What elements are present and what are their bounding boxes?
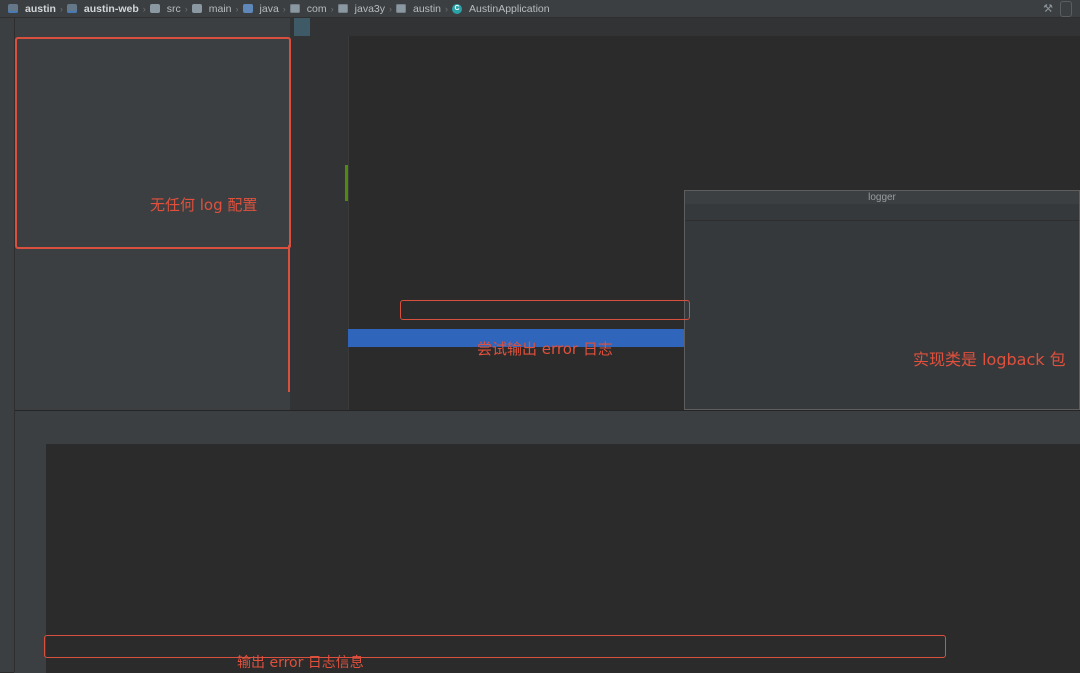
build-hammer-icon[interactable]: ⚒ (1043, 0, 1053, 18)
annotation-no-log-config: 无任何 log 配置 (150, 196, 258, 214)
intellij-window: { "colors":{"annotation_red":"#d9503f","… (0, 0, 1080, 673)
run-config-selector[interactable] (1060, 0, 1072, 17)
breadcrumb-item-java3y[interactable]: java3y (337, 2, 385, 15)
annotation-try-error-log: 尝试输出 error 日志 (477, 340, 613, 358)
project-tree[interactable] (14, 36, 290, 410)
breadcrumb-item-AustinApplication[interactable]: C AustinApplication (452, 3, 550, 15)
breadcrumb-separator-icon: › (445, 3, 449, 14)
annotation-error-log-output: 输出 error 日志信息 (237, 655, 364, 671)
debugger-variable-popup[interactable]: logger (684, 190, 1080, 410)
breadcrumb-separator-icon: › (330, 3, 334, 14)
breadcrumb-toolbar: austin › austin-web › src › main › java › com › java… (0, 0, 1080, 18)
breadcrumb-item-austin[interactable]: austin (8, 3, 56, 15)
package-icon (289, 4, 300, 13)
debug-console[interactable] (46, 444, 1080, 673)
breadcrumb-separator-icon: › (59, 3, 63, 14)
module-icon (66, 4, 77, 13)
module-icon (8, 4, 18, 13)
editor-gutter[interactable] (290, 36, 349, 410)
breadcrumb-item-main[interactable]: main (191, 2, 232, 15)
tool-window-edge-bar (0, 18, 15, 672)
annotation-logback-impl: 实现类是 logback 包 (913, 350, 1066, 369)
breadcrumb-label: main (208, 2, 232, 15)
breadcrumb-label: austin (413, 2, 442, 15)
package-icon (337, 4, 348, 13)
package-icon (396, 4, 406, 13)
breadcrumb-label: src (166, 2, 181, 15)
second-row (0, 18, 1080, 36)
folder-icon (191, 4, 202, 13)
toolbar-right: ⚒ (1043, 0, 1080, 18)
breadcrumb-item-austin-web[interactable]: austin-web (66, 2, 139, 15)
breadcrumb-item-src[interactable]: src (149, 2, 181, 15)
breadcrumb-separator-icon: › (142, 3, 146, 14)
breadcrumb-separator-icon: › (184, 3, 188, 14)
debug-toolbar[interactable] (14, 428, 1080, 445)
breadcrumb-separator-icon: › (282, 3, 286, 14)
source-folder-icon (242, 4, 253, 13)
annotation-line-editor-left (288, 245, 290, 392)
breadcrumb-item-com[interactable]: com (289, 2, 327, 15)
editor-tab-austinapplication[interactable] (294, 18, 310, 36)
popup-title: logger (685, 191, 1079, 204)
breadcrumb-label: austin-web (83, 2, 139, 15)
breadcrumb-label: AustinApplication (469, 2, 550, 15)
breadcrumb-label: com (306, 2, 327, 15)
popup-toolbar[interactable] (685, 204, 1079, 221)
folder-icon (149, 4, 160, 13)
breadcrumb-item-java[interactable]: java (242, 2, 279, 15)
debug-tool-window (14, 410, 1080, 673)
debug-header (14, 411, 1080, 428)
class-icon: C (452, 3, 463, 14)
breadcrumb-label: java (259, 2, 279, 15)
breadcrumb-separator-icon: › (235, 3, 239, 14)
breadcrumb-label: java3y (354, 2, 385, 15)
breadcrumb-label: austin (25, 2, 56, 15)
vcs-change-marker (345, 165, 348, 201)
breadcrumb-item-austin[interactable]: austin (396, 3, 441, 15)
breadcrumb-separator-icon: › (389, 3, 392, 14)
debug-side-toolbar[interactable] (14, 444, 47, 673)
project-panel-header[interactable] (14, 18, 290, 36)
